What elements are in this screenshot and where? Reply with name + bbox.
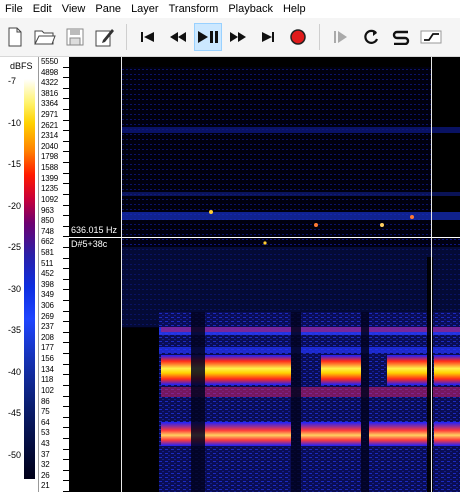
db-tick-label: -7 — [8, 76, 17, 86]
frequency-tick-label: 102 — [41, 385, 54, 395]
forward-end-icon[interactable] — [254, 23, 282, 51]
db-tick-label: -25 — [8, 242, 22, 252]
frequency-tick-label: 134 — [41, 364, 54, 374]
frequency-crosshair — [69, 237, 460, 238]
crosshair-frequency: 636.015 Hz — [71, 225, 118, 235]
frequency-tick-label: 237 — [41, 322, 54, 332]
frequency-tick-label: 662 — [41, 237, 54, 247]
frequency-tick-label: 850 — [41, 216, 54, 226]
frequency-tick-label: 3816 — [41, 88, 58, 98]
frequency-tick-label: 748 — [41, 226, 54, 236]
normalize-icon[interactable] — [417, 23, 445, 51]
cursor-line-start — [121, 57, 122, 492]
frequency-tick-label: 581 — [41, 247, 54, 257]
frequency-tick-label: 53 — [41, 428, 50, 438]
spectrogram-image — [69, 57, 460, 492]
db-tick-label: -20 — [8, 200, 22, 211]
frequency-scale[interactable]: 5550 4898 4322 3816 3364 2971 2621 2314 2040 1798… — [38, 57, 70, 492]
frequency-tick-label: 349 — [41, 290, 54, 300]
frequency-tick-label: 43 — [41, 438, 50, 448]
menu-pane[interactable]: Pane — [90, 0, 126, 18]
db-tick-label: -15 — [8, 159, 22, 169]
frequency-tick-label: 1798 — [41, 152, 58, 162]
cursor-line-end — [431, 57, 432, 492]
crosshair-note: D#5+38c — [71, 239, 108, 249]
db-tick-label: -45 — [8, 408, 22, 418]
db-tick-label: -35 — [8, 325, 22, 335]
frequency-tick-label: 21 — [41, 481, 50, 491]
menu-file[interactable]: File — [0, 0, 28, 18]
rewind-icon[interactable] — [164, 23, 192, 51]
db-scale: dBFS -7-10-15-20-25-30-35-40-45-50-55 — [0, 57, 38, 492]
frequency-tick-label: 2621 — [41, 120, 58, 130]
frequency-tick-label: 26 — [41, 470, 50, 480]
edit-icon[interactable] — [91, 23, 119, 51]
frequency-tick-label: 511 — [41, 258, 54, 268]
frequency-tick-label: 963 — [41, 205, 54, 215]
spectrogram[interactable]: 636.015 Hz D#5+38c — [69, 57, 460, 492]
color-scale-bar — [24, 79, 35, 479]
frequency-tick-label: 2314 — [41, 131, 58, 141]
frequency-tick-label: 398 — [41, 279, 54, 289]
frequency-tick-label: 5550 — [41, 57, 58, 66]
spectrogram-pane: dBFS -7-10-15-20-25-30-35-40-45-50-55 55… — [0, 57, 460, 492]
rewind-start-icon[interactable] — [134, 23, 162, 51]
db-tick-label: -30 — [8, 283, 22, 294]
menu-help[interactable]: Help — [278, 0, 311, 18]
frequency-tick-label: 1092 — [41, 194, 58, 204]
frequency-tick-label: 452 — [41, 269, 54, 279]
frequency-tick-label: 4322 — [41, 78, 58, 88]
frequency-tick-label: 37 — [41, 449, 50, 459]
frequency-tick-label: 75 — [41, 407, 50, 417]
frequency-tick-label: 118 — [41, 375, 54, 385]
play-pause-icon[interactable] — [194, 23, 222, 51]
db-tick-label: -10 — [8, 117, 22, 128]
save-icon[interactable] — [61, 23, 89, 51]
fast-forward-icon[interactable] — [224, 23, 252, 51]
frequency-tick-label: 1235 — [41, 184, 58, 194]
solo-icon[interactable] — [387, 23, 415, 51]
play-selection-icon[interactable] — [327, 23, 355, 51]
frequency-tick-label: 269 — [41, 311, 54, 321]
menu-playback[interactable]: Playback — [223, 0, 278, 18]
new-icon[interactable] — [1, 23, 29, 51]
frequency-tick-label: 156 — [41, 354, 54, 364]
db-tick-label: -40 — [8, 366, 22, 377]
frequency-tick-label: 32 — [41, 460, 50, 470]
db-scale-title: dBFS — [10, 61, 33, 71]
db-tick-label: -50 — [8, 449, 22, 460]
frequency-tick-label: 177 — [41, 343, 54, 353]
frequency-tick-label: 1588 — [41, 163, 58, 173]
frequency-tick-label: 4898 — [41, 67, 58, 77]
menu-bar: File Edit View Pane Layer Transform Playback He… — [0, 0, 460, 18]
frequency-tick-label: 208 — [41, 332, 54, 342]
frequency-tick-label: 306 — [41, 301, 54, 311]
toolbar-separator — [126, 24, 127, 50]
toolbar-separator — [319, 24, 320, 50]
frequency-tick-label: 2971 — [41, 110, 58, 120]
toolbar — [0, 18, 460, 57]
record-icon[interactable] — [284, 23, 312, 51]
frequency-tick-label: 2040 — [41, 141, 58, 151]
frequency-tick-label: 64 — [41, 417, 50, 427]
loop-icon[interactable] — [357, 23, 385, 51]
frequency-tick-label: 3364 — [41, 99, 58, 109]
frequency-tick-label: 86 — [41, 396, 50, 406]
frequency-tick-label: 1399 — [41, 173, 58, 183]
open-icon[interactable] — [31, 23, 59, 51]
menu-edit[interactable]: Edit — [28, 0, 57, 18]
menu-transform[interactable]: Transform — [164, 0, 224, 18]
menu-layer[interactable]: Layer — [126, 0, 164, 18]
menu-view[interactable]: View — [57, 0, 91, 18]
